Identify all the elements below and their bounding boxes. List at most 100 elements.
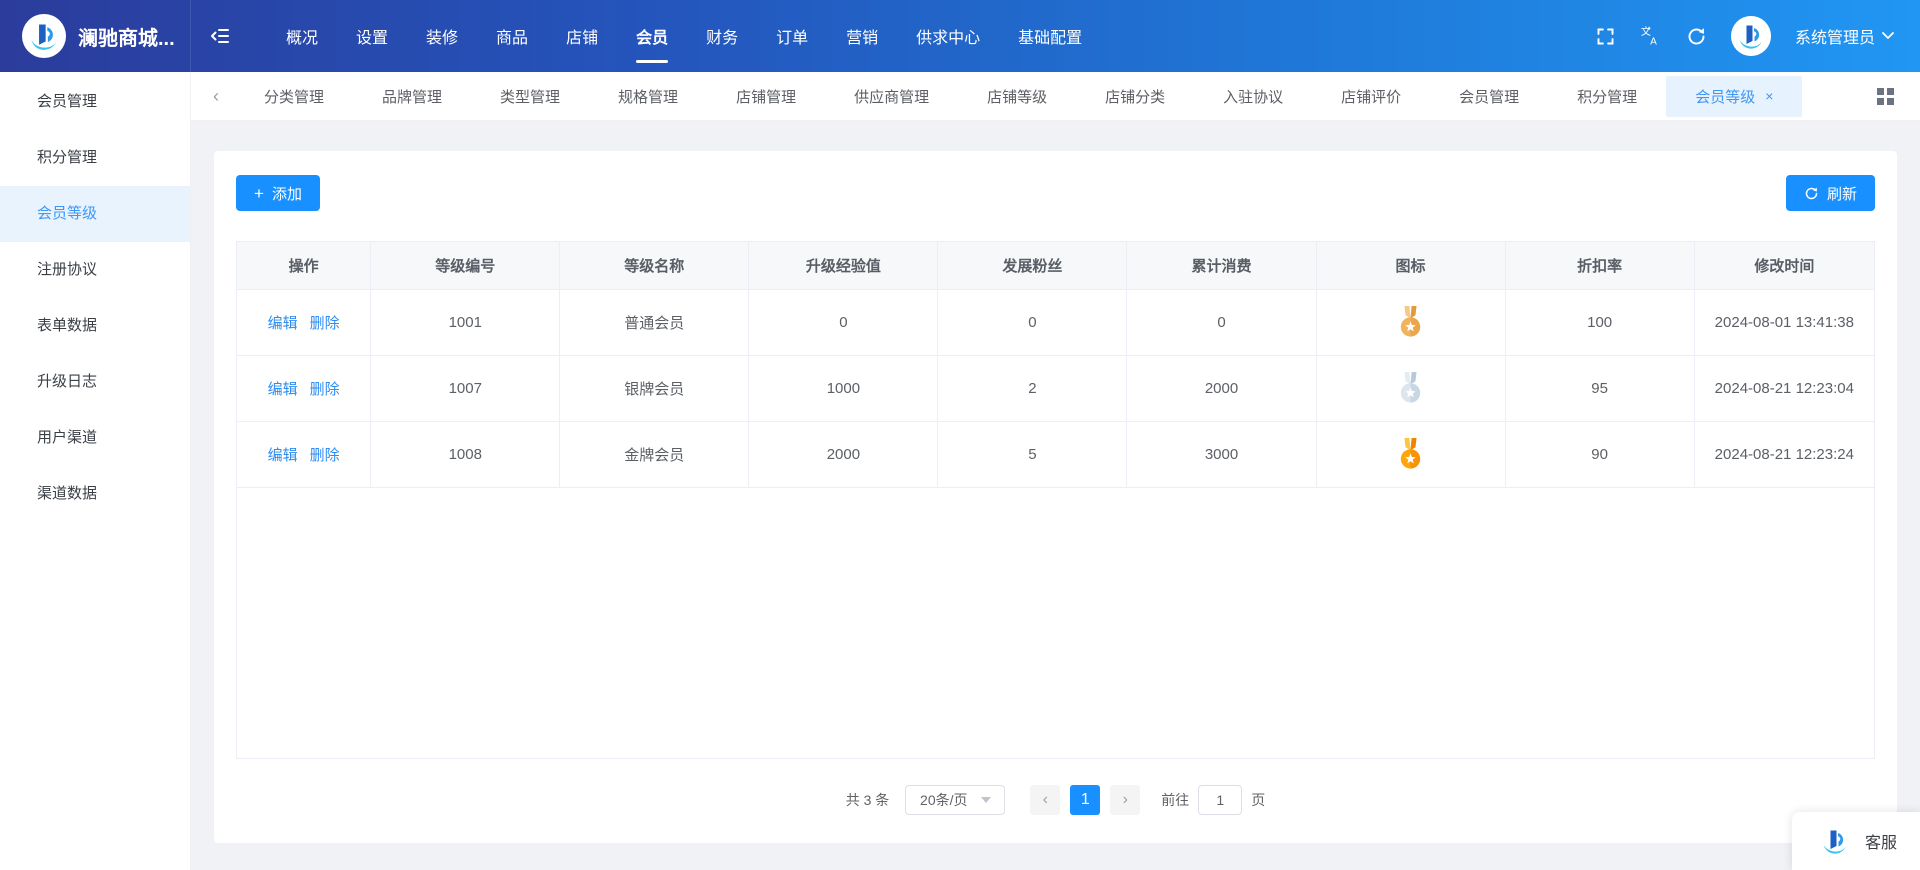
collapse-menu-icon[interactable] bbox=[209, 24, 233, 48]
row-2-icon-cell bbox=[1316, 422, 1506, 488]
tab-grid-icon[interactable] bbox=[1851, 87, 1920, 105]
row-2-fans: 5 bbox=[938, 422, 1128, 488]
delete-link[interactable]: 删除 bbox=[310, 312, 340, 333]
tab-12[interactable]: 会员等级 × bbox=[1666, 75, 1803, 117]
toolbar: + 添加 刷新 bbox=[236, 175, 1875, 211]
row-1-discount: 95 bbox=[1505, 356, 1695, 422]
add-button[interactable]: + 添加 bbox=[236, 175, 320, 211]
tab-4[interactable]: 店铺管理 bbox=[707, 76, 825, 117]
page-size-value: 20条/页 bbox=[920, 792, 968, 808]
tab-6[interactable]: 店铺等级 bbox=[958, 76, 1076, 117]
language-icon[interactable]: 文A bbox=[1640, 25, 1662, 47]
sidebar-item-2[interactable]: 会员等级 bbox=[0, 186, 190, 242]
sidebar-item-4[interactable]: 表单数据 bbox=[0, 298, 190, 354]
refresh-button[interactable]: 刷新 bbox=[1785, 175, 1875, 211]
row-0-actions: 编辑 删除 bbox=[237, 290, 372, 356]
top-menu-item-5[interactable]: 会员 bbox=[622, 0, 682, 72]
silver-medal-icon bbox=[1397, 372, 1424, 405]
top-menu-item-4[interactable]: 店铺 bbox=[552, 0, 612, 72]
tab-11[interactable]: 积分管理 bbox=[1548, 76, 1666, 117]
sidebar-item-0[interactable]: 会员管理 bbox=[0, 74, 190, 130]
avatar[interactable] bbox=[1730, 16, 1771, 56]
table-header-cell-5: 累计消费 bbox=[1127, 242, 1317, 290]
bronze-medal-icon bbox=[1397, 306, 1424, 339]
edit-link[interactable]: 编辑 bbox=[268, 378, 298, 399]
sidebar-item-1[interactable]: 积分管理 bbox=[0, 130, 190, 186]
tab-5[interactable]: 供应商管理 bbox=[825, 76, 958, 117]
row-1-level-no: 1007 bbox=[371, 356, 561, 422]
top-menu-item-0[interactable]: 概况 bbox=[272, 0, 332, 72]
delete-link[interactable]: 删除 bbox=[310, 378, 340, 399]
member-level-card: + 添加 刷新 操作 等级编号 等级名称 升级经验值 发展粉丝 累计消费 图标 折扣率 修改时间… bbox=[214, 151, 1897, 843]
delete-link[interactable]: 删除 bbox=[310, 444, 340, 465]
table-header-cell-8: 修改时间 bbox=[1694, 242, 1874, 290]
row-1-actions: 编辑 删除 bbox=[237, 356, 372, 422]
sidebar-item-3[interactable]: 注册协议 bbox=[0, 242, 190, 298]
tab-7[interactable]: 店铺分类 bbox=[1076, 76, 1194, 117]
tab-3[interactable]: 规格管理 bbox=[589, 76, 707, 117]
brand-name: 澜驰商城... bbox=[78, 27, 175, 50]
top-menu-item-10[interactable]: 基础配置 bbox=[1004, 0, 1096, 72]
goto-unit: 页 bbox=[1251, 792, 1266, 808]
row-2-level-no: 1008 bbox=[371, 422, 561, 488]
tab-10[interactable]: 会员管理 bbox=[1430, 76, 1548, 117]
row-2-level-name: 金牌会员 bbox=[560, 422, 750, 488]
tab-label-9: 店铺评价 bbox=[1341, 88, 1402, 106]
customer-service-widget[interactable]: 客服 bbox=[1792, 812, 1920, 870]
edit-link[interactable]: 编辑 bbox=[268, 312, 298, 333]
customer-service-label: 客服 bbox=[1864, 835, 1897, 852]
sidebar: 会员管理 积分管理 会员等级 注册协议 表单数据 升级日志 用户渠道 渠道数据 bbox=[0, 72, 191, 870]
row-1-upgrade-exp: 1000 bbox=[749, 356, 939, 422]
top-menu-item-3[interactable]: 商品 bbox=[482, 0, 542, 72]
edit-link[interactable]: 编辑 bbox=[268, 444, 298, 465]
refresh-icon[interactable] bbox=[1686, 26, 1707, 47]
sidebar-item-6[interactable]: 用户渠道 bbox=[0, 410, 190, 466]
top-menu-item-1[interactable]: 设置 bbox=[342, 0, 402, 72]
prev-page-button[interactable]: ‹ bbox=[1030, 785, 1061, 815]
table-row: 编辑 删除 1007 银牌会员 1000 2 2000 95 2024-08-21 12:23:… bbox=[237, 356, 1874, 422]
tab-label-10: 会员管理 bbox=[1459, 88, 1520, 106]
next-page-button[interactable]: › bbox=[1110, 785, 1141, 815]
member-level-table: 操作 等级编号 等级名称 升级经验值 发展粉丝 累计消费 图标 折扣率 修改时间 编辑 删除 100… bbox=[236, 241, 1875, 759]
tab-1[interactable]: 品牌管理 bbox=[353, 76, 471, 117]
page-number-button[interactable]: 1 bbox=[1070, 785, 1101, 815]
row-0-consume: 0 bbox=[1127, 290, 1317, 356]
top-menu-item-9[interactable]: 供求中心 bbox=[902, 0, 994, 72]
top-menu-item-2[interactable]: 装修 bbox=[412, 0, 472, 72]
gold-medal-icon bbox=[1397, 438, 1424, 471]
goto-page-input[interactable] bbox=[1198, 785, 1243, 815]
row-1-consume: 2000 bbox=[1127, 356, 1317, 422]
top-menu-item-6[interactable]: 财务 bbox=[692, 0, 752, 72]
refresh-button-label: 刷新 bbox=[1826, 185, 1857, 203]
tabs-scroll-left-icon[interactable]: ‹ bbox=[191, 86, 235, 107]
tab-label-11: 积分管理 bbox=[1577, 88, 1638, 106]
row-2-discount: 90 bbox=[1505, 422, 1695, 488]
logo-icon bbox=[22, 14, 66, 58]
tab-label-7: 店铺分类 bbox=[1105, 88, 1166, 106]
total-count: 共 3 条 bbox=[845, 792, 890, 808]
sidebar-item-7[interactable]: 渠道数据 bbox=[0, 466, 190, 522]
row-1-icon-cell bbox=[1316, 356, 1506, 422]
tab-bar: ‹ 分类管理 品牌管理 类型管理 规格管理 店铺管理 供应商管理 店铺等级 店铺分类 入驻协议 店… bbox=[191, 72, 1920, 121]
tab-label-2: 类型管理 bbox=[500, 88, 561, 106]
tab-2[interactable]: 类型管理 bbox=[471, 76, 589, 117]
sidebar-item-5[interactable]: 升级日志 bbox=[0, 354, 190, 410]
tab-0[interactable]: 分类管理 bbox=[235, 76, 353, 117]
row-2-actions: 编辑 删除 bbox=[237, 422, 372, 488]
row-0-level-name: 普通会员 bbox=[560, 290, 750, 356]
user-menu[interactable]: 系统管理员 bbox=[1795, 24, 1894, 48]
page-size-select[interactable]: 20条/页 bbox=[905, 785, 1006, 815]
user-name: 系统管理员 bbox=[1794, 30, 1875, 47]
fullscreen-icon[interactable] bbox=[1595, 26, 1616, 47]
tab-8[interactable]: 入驻协议 bbox=[1194, 76, 1312, 117]
tab-close-icon[interactable]: × bbox=[1765, 88, 1773, 104]
top-menu-item-8[interactable]: 营销 bbox=[832, 0, 892, 72]
open-tabs: 分类管理 品牌管理 类型管理 规格管理 店铺管理 供应商管理 店铺等级 店铺分类 入驻协议 店铺评… bbox=[235, 72, 1851, 120]
top-menu-item-7[interactable]: 订单 bbox=[762, 0, 822, 72]
tab-label-6: 店铺等级 bbox=[987, 88, 1048, 106]
table-header-row: 操作 等级编号 等级名称 升级经验值 发展粉丝 累计消费 图标 折扣率 修改时间 bbox=[237, 242, 1874, 290]
select-chevron-icon bbox=[980, 797, 991, 803]
tab-label-8: 入驻协议 bbox=[1223, 88, 1284, 106]
tab-9[interactable]: 店铺评价 bbox=[1312, 76, 1430, 117]
tab-label-3: 规格管理 bbox=[618, 88, 679, 106]
